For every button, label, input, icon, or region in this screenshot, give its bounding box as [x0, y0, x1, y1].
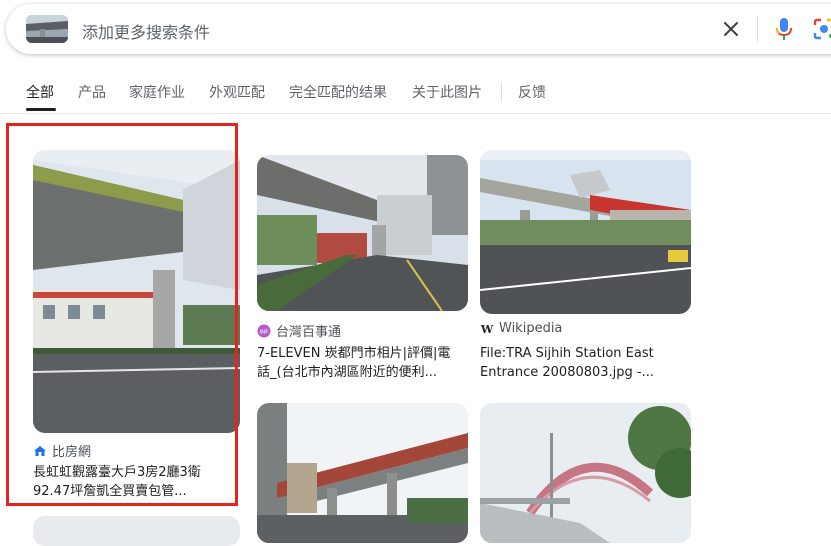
tab-homework[interactable]: 家庭作业 — [129, 82, 185, 102]
result-card[interactable]: 比房網 長虹虹觀露臺大戶3房2廳3衛 92.47坪詹凱全買賣包管... — [33, 150, 240, 510]
result-title-line: 92.47坪詹凱全買賣包管... — [33, 484, 187, 499]
result-title-line: 話_(台北市內湖區附近的便利... — [257, 365, 437, 380]
site-badge-icon: INF — [257, 324, 271, 338]
search-tabs: 全部 产品 家庭作业 外观匹配 完全匹配的结果 关于此图片 反馈 — [0, 80, 831, 114]
tab-divider — [501, 82, 502, 102]
search-divider — [757, 16, 758, 42]
tab-exact-matches[interactable]: 完全匹配的结果 — [289, 82, 387, 102]
search-bar[interactable]: 添加更多搜索条件 — [6, 4, 831, 54]
result-title[interactable]: 7-ELEVEN 崁都門市相片|評價|電 話_(台北市內湖區附近的便利... — [257, 344, 468, 382]
tab-all[interactable]: 全部 — [26, 82, 54, 102]
close-icon[interactable] — [718, 16, 744, 42]
result-title[interactable]: File:TRA Sijhih Station East Entrance 20… — [480, 344, 691, 382]
active-tab-indicator — [26, 108, 56, 111]
result-title-line: Entrance 20080803.jpg -... — [480, 365, 655, 380]
tab-products[interactable]: 产品 — [78, 82, 106, 102]
result-source[interactable]: 比房網 — [33, 441, 91, 460]
result-title-line: 長虹虹觀露臺大戶3房2廳3衛 — [33, 465, 201, 480]
result-image[interactable] — [33, 516, 240, 546]
result-title-line: File:TRA Sijhih Station East — [480, 346, 654, 361]
result-card[interactable] — [257, 403, 468, 543]
result-title[interactable]: 長虹虹觀露臺大戶3房2廳3衛 92.47坪詹凱全買賣包管... — [33, 463, 240, 501]
result-card[interactable] — [480, 403, 691, 543]
tab-about-this-image[interactable]: 关于此图片 — [412, 82, 482, 102]
svg-text:W: W — [480, 323, 494, 336]
result-image[interactable] — [480, 150, 691, 314]
result-source-name: Wikipedia — [499, 321, 563, 336]
tabs-border — [0, 113, 831, 114]
result-card[interactable] — [33, 516, 240, 546]
result-card[interactable]: INF 台灣百事通 7-ELEVEN 崁都門市相片|評價|電 話_(台北市內湖區… — [257, 155, 468, 385]
microphone-icon[interactable] — [771, 15, 797, 43]
result-image[interactable] — [257, 155, 468, 311]
result-title-line: 7-ELEVEN 崁都門市相片|評價|電 — [257, 346, 451, 361]
query-image-thumbnail[interactable] — [26, 15, 68, 43]
result-source-name: 台灣百事通 — [276, 325, 342, 340]
result-card[interactable]: W Wikipedia File:TRA Sijhih Station East… — [480, 150, 691, 385]
result-source-name: 比房網 — [52, 445, 92, 460]
result-image[interactable] — [33, 150, 240, 433]
tab-feedback[interactable]: 反馈 — [518, 82, 546, 102]
svg-text:INF: INF — [260, 329, 269, 335]
search-input[interactable]: 添加更多搜索条件 — [82, 19, 210, 43]
result-source[interactable]: INF 台灣百事通 — [257, 321, 341, 340]
wikipedia-icon: W — [480, 322, 494, 336]
result-image[interactable] — [480, 403, 691, 543]
google-lens-icon[interactable] — [811, 16, 831, 42]
result-source[interactable]: W Wikipedia — [480, 321, 563, 336]
house-icon — [33, 444, 47, 458]
result-image[interactable] — [257, 403, 468, 543]
tab-visual-matches[interactable]: 外观匹配 — [209, 82, 265, 102]
